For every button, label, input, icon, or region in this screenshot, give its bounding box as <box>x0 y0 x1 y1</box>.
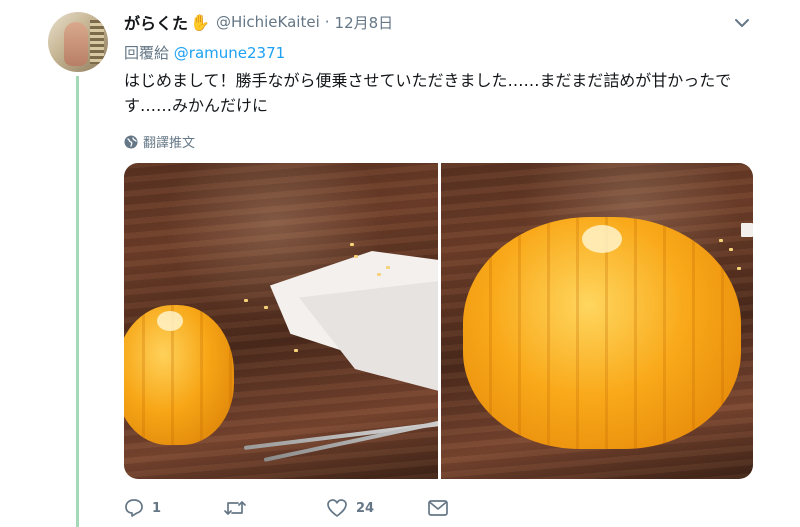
translate-tweet-link[interactable]: 翻譯推文 <box>124 132 195 151</box>
envelope-icon <box>428 500 448 516</box>
direct-message-button[interactable] <box>427 499 449 517</box>
avatar-hand <box>64 22 88 66</box>
reply-button[interactable]: 1 <box>124 498 223 518</box>
reply-icon <box>125 499 143 517</box>
reply-mention-link[interactable]: @ramune2371 <box>174 44 285 62</box>
separator-dot: · <box>324 13 330 31</box>
chevron-down-icon[interactable] <box>733 14 751 32</box>
display-name[interactable]: がらくた <box>124 10 188 34</box>
avatar[interactable] <box>48 12 108 72</box>
photo-left[interactable] <box>124 163 438 479</box>
hand-emoji: ✋ <box>190 12 210 32</box>
heart-icon <box>327 499 347 517</box>
peeled-orange-small <box>124 305 234 445</box>
retweet-icon <box>224 501 246 515</box>
globe-icon <box>124 135 138 148</box>
tweet-text: はじめまして！勝手ながら便乗させていただきました……まだまだ詰めが甘かったです…… <box>124 71 732 115</box>
media-grid <box>124 163 753 479</box>
reply-context: 回覆給 @ramune2371 <box>124 42 285 63</box>
tweet-date[interactable]: 12月8日 <box>335 12 394 33</box>
tweet-actions: 1 24 <box>124 498 449 518</box>
tweet-header: がらくた ✋ @HichieKaitei · 12月8日 <box>124 10 393 34</box>
photo-right[interactable] <box>441 163 753 479</box>
reply-prefix: 回覆給 <box>124 44 170 62</box>
avatar-background <box>90 20 104 64</box>
like-button[interactable]: 24 <box>326 498 427 518</box>
user-handle[interactable]: @HichieKaitei <box>216 13 320 31</box>
like-count: 24 <box>356 500 375 516</box>
translate-label: 翻譯推文 <box>143 136 196 151</box>
reply-count: 1 <box>152 500 162 516</box>
thread-connector-line <box>76 76 79 527</box>
retweet-button[interactable] <box>223 498 326 518</box>
peeled-orange-large <box>463 217 741 449</box>
